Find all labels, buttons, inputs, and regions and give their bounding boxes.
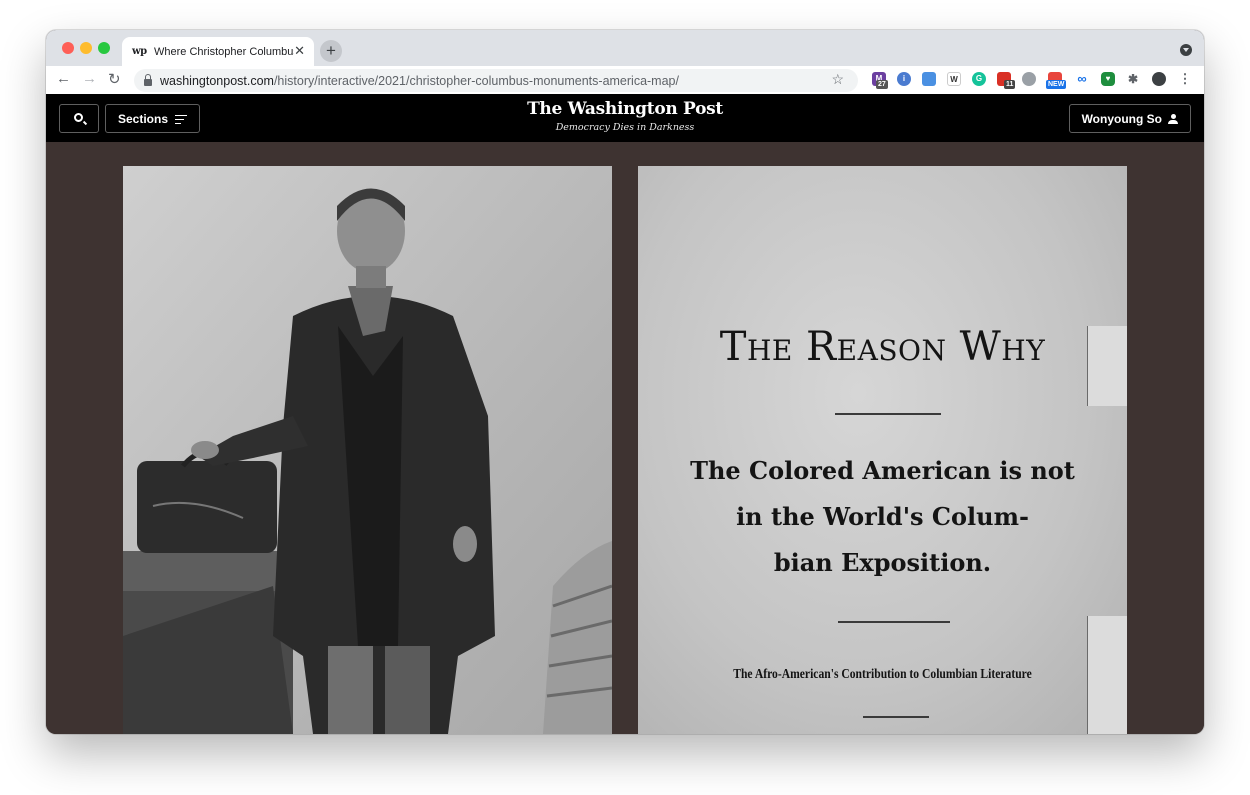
browser-tab[interactable]: wp Where Christopher Columbus r ✕ bbox=[122, 37, 314, 66]
url-text: washingtonpost.com/history/interactive/2… bbox=[160, 74, 679, 88]
back-icon[interactable]: ← bbox=[56, 70, 71, 87]
new-tab-button[interactable]: + bbox=[320, 40, 342, 62]
article-content: The Reason Why The Colored American is n… bbox=[46, 142, 1204, 734]
site-tagline: Democracy Dies in Darkness bbox=[555, 122, 695, 133]
grammarly-icon[interactable]: G bbox=[972, 72, 986, 86]
pamphlet-subtitle-line: bian Exposition. bbox=[773, 548, 992, 577]
user-icon bbox=[1168, 113, 1178, 124]
tab-close-icon[interactable]: ✕ bbox=[294, 43, 305, 59]
historical-pamphlet-image: The Reason Why The Colored American is n… bbox=[638, 166, 1127, 734]
paper-tear-bottom bbox=[1087, 616, 1127, 734]
zoom-window-button[interactable] bbox=[98, 42, 110, 54]
pamphlet-footer: The Afro-American's Contribution to Colu… bbox=[733, 666, 1032, 681]
pamphlet-title: The Reason Why bbox=[719, 324, 1046, 370]
site-header: Sections The Washington Post Democracy D… bbox=[46, 94, 1204, 142]
url-host: washingtonpost.com bbox=[160, 73, 274, 88]
pamphlet-rule-1 bbox=[835, 413, 941, 415]
pamphlet-subtitle-line: The Colored American is not bbox=[690, 456, 1075, 485]
docs-extension-icon[interactable] bbox=[922, 72, 936, 86]
masthead: The Washington Post Democracy Dies in Da… bbox=[46, 99, 1204, 133]
lock-icon bbox=[144, 73, 152, 86]
account-button[interactable]: Wonyoung So bbox=[1068, 104, 1191, 133]
close-window-button[interactable] bbox=[62, 42, 74, 54]
portrait-illustration bbox=[123, 166, 612, 734]
pamphlet-subtitle: The Colored American is not in the World… bbox=[638, 448, 1127, 586]
user-name: Wonyoung So bbox=[1081, 111, 1162, 126]
browser-menu-icon[interactable]: ⋮ bbox=[1178, 72, 1192, 86]
address-bar[interactable]: washingtonpost.com/history/interactive/2… bbox=[134, 69, 858, 92]
new-badge: NEW bbox=[1046, 80, 1067, 89]
url-path: /history/interactive/2021/christopher-co… bbox=[273, 73, 679, 88]
mail-badge: 27 bbox=[876, 80, 888, 89]
tab-bar: wp Where Christopher Columbus r ✕ + bbox=[46, 30, 1204, 66]
puzzle-extensions-icon[interactable]: ✱ bbox=[1126, 72, 1140, 86]
browser-window: wp Where Christopher Columbus r ✕ + ← → … bbox=[46, 30, 1204, 734]
tab-search-icon[interactable] bbox=[1180, 44, 1192, 56]
minimize-window-button[interactable] bbox=[80, 42, 92, 54]
camera-extension-icon[interactable] bbox=[1022, 72, 1036, 86]
grammar-extension-icon[interactable]: i bbox=[897, 72, 911, 86]
wp-favicon-icon: wp bbox=[132, 46, 147, 57]
heart-extension-icon[interactable]: ♥ bbox=[1101, 72, 1115, 86]
pamphlet-rule-2 bbox=[838, 621, 950, 623]
historical-portrait-photo bbox=[123, 166, 612, 734]
forward-icon[interactable]: → bbox=[82, 70, 97, 87]
site-logo[interactable]: The Washington Post bbox=[46, 99, 1204, 119]
reload-icon[interactable]: ↻ bbox=[108, 70, 121, 88]
calendar-badge: 11 bbox=[1004, 80, 1016, 89]
browser-toolbar: ← → ↻ washingtonpost.com/history/interac… bbox=[46, 66, 1204, 94]
pamphlet-rule-3 bbox=[863, 716, 929, 718]
wikipedia-extension-icon[interactable]: W bbox=[947, 72, 961, 86]
pamphlet-subtitle-line: in the World's Colum- bbox=[736, 502, 1029, 531]
infinity-extension-icon[interactable]: ∞ bbox=[1075, 72, 1089, 86]
profile-avatar[interactable] bbox=[1152, 72, 1166, 86]
tab-title: Where Christopher Columbus r bbox=[154, 45, 294, 58]
bookmark-star-icon[interactable]: ☆ bbox=[831, 71, 844, 88]
